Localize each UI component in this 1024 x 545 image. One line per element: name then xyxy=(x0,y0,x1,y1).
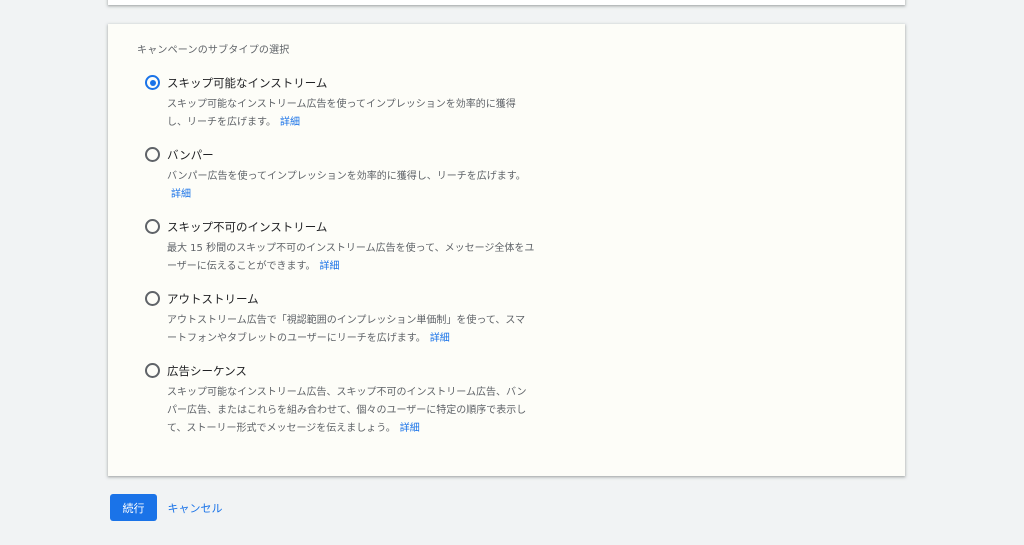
option-description: スキップ可能なインストリーム広告、スキップ不可のインストリーム広告、バンパー広告… xyxy=(167,387,527,434)
option-description: アウトストリーム広告で「視認範囲のインプレッション単価制」を使って、スマートフォ… xyxy=(167,315,526,344)
learn-more-link[interactable]: 詳細 xyxy=(171,189,191,200)
option-label[interactable]: バンパー xyxy=(167,147,214,163)
radio-bumper[interactable] xyxy=(145,147,160,162)
option-label[interactable]: 広告シーケンス xyxy=(167,363,247,379)
option-description: バンパー広告を使ってインプレッションを効率的に獲得し、リーチを広げます。詳細 xyxy=(167,171,526,200)
option-description: 最大 15 秒間のスキップ不可のインストリーム広告を使って、メッセージ全体をユー… xyxy=(167,243,535,272)
option-label[interactable]: アウトストリーム xyxy=(167,291,259,307)
subtype-selection-card: キャンペーンのサブタイプの選択 スキップ可能なインストリーム スキップ可能なイン… xyxy=(108,24,905,476)
learn-more-link[interactable]: 詳細 xyxy=(280,117,300,128)
learn-more-link[interactable]: 詳細 xyxy=(320,261,340,272)
radio-non-skippable-instream[interactable] xyxy=(145,219,160,234)
learn-more-link[interactable]: 詳細 xyxy=(400,423,420,434)
radio-ad-sequence[interactable] xyxy=(145,363,160,378)
learn-more-link[interactable]: 詳細 xyxy=(430,333,450,344)
option-label[interactable]: スキップ可能なインストリーム xyxy=(167,75,327,91)
radio-skippable-instream[interactable] xyxy=(145,75,160,90)
cancel-button[interactable]: キャンセル xyxy=(163,494,227,521)
option-description: スキップ可能なインストリーム広告を使ってインプレッションを効率的に獲得し、リーチ… xyxy=(167,99,516,128)
continue-button[interactable]: 続行 xyxy=(110,494,157,521)
previous-section-card xyxy=(108,0,905,5)
section-title: キャンペーンのサブタイプの選択 xyxy=(137,45,290,56)
option-label[interactable]: スキップ不可のインストリーム xyxy=(167,219,327,235)
radio-outstream[interactable] xyxy=(145,291,160,306)
